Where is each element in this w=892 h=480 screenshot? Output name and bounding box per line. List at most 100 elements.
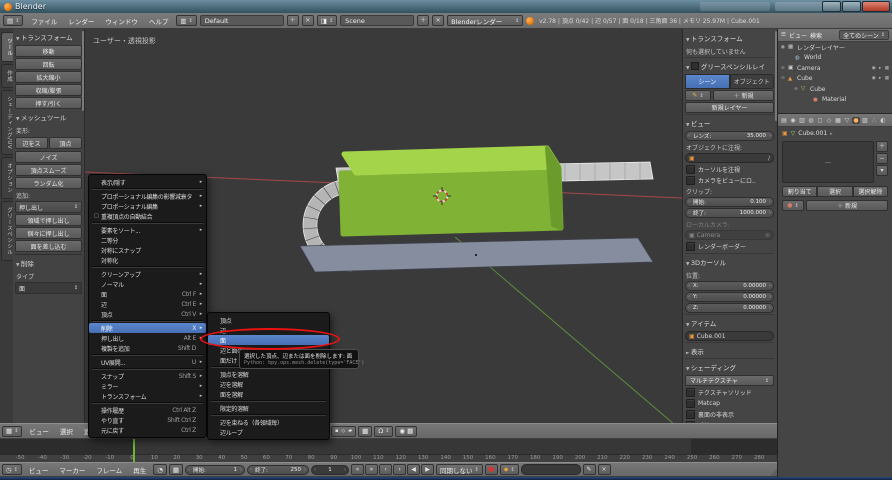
menu-item[interactable]: 二等分 (89, 235, 206, 245)
current-frame-marker[interactable] (133, 439, 135, 462)
scene-icon-button[interactable]: ◨↕ (317, 15, 337, 26)
menu-item[interactable]: ウィンドウ (100, 15, 143, 27)
keying-set-dropdown[interactable]: ◆↕ (500, 464, 519, 475)
editor-resize-corner[interactable] (770, 469, 777, 476)
timeline-ruler[interactable]: -50-40-30-20-100102030405060708090100110… (0, 454, 777, 462)
add-material-slot-button[interactable]: ＋ (876, 141, 888, 152)
menu-item[interactable]: ファイル (26, 15, 62, 27)
tool-button[interactable]: 移動 (15, 45, 82, 57)
insert-keyframe-button[interactable]: ✎ (583, 464, 596, 475)
panel-header-item[interactable]: アイテム (685, 314, 774, 330)
cursor-x-slider[interactable]: X:0.00000 (685, 281, 774, 291)
lock-camera-checkbox[interactable]: カメラをビューにロ.. (686, 176, 773, 185)
select-mode-buttons[interactable]: ▪ ◇ ▰ (331, 426, 356, 437)
tool-button[interactable]: 押す/引く (15, 97, 82, 109)
gp-draw-dropdown[interactable]: ✎↕ (685, 90, 711, 101)
cursor-z-slider[interactable]: Z:0.00000 (685, 303, 774, 313)
occlude-geometry-button[interactable]: ▩ (358, 426, 372, 437)
frames-seconds-button[interactable]: ▦ (169, 464, 183, 475)
deselect-button[interactable]: 選択解除 (853, 186, 888, 197)
green-box-object[interactable] (341, 148, 561, 234)
screen-layout-field[interactable]: Default (200, 15, 284, 26)
tool-button[interactable]: 領域で押し出し (15, 214, 82, 226)
tool-shelf-tab[interactable]: 作成 (1, 64, 13, 88)
browse-material-dropdown[interactable]: ●↕ (782, 200, 804, 211)
playback-button[interactable]: « (351, 464, 364, 475)
properties-tab-icon[interactable]: ◐ (879, 117, 887, 124)
menu-item[interactable]: 操作履歴 Ctrl Alt Z (89, 405, 206, 415)
assign-button[interactable]: 割り当て (782, 186, 817, 197)
menu-item[interactable]: 辺を束ねる（各領域毎） (208, 417, 329, 427)
outliner-row-render-layers[interactable]: ●▦レンダーレイヤー (778, 42, 892, 53)
close-button[interactable] (862, 1, 890, 12)
tool-shelf-scrollbar[interactable] (82, 31, 84, 111)
tool-button[interactable]: 面を差し込む (15, 240, 82, 252)
tool-button[interactable]: 回転 (15, 58, 82, 70)
tool-button[interactable]: ノイズ (15, 151, 82, 163)
menu-item[interactable]: 対称にスナップ (89, 245, 206, 255)
gp-tab[interactable]: シーン (685, 74, 730, 89)
menu-item[interactable]: UV展開... U ▸ (89, 357, 206, 367)
menu-item[interactable]: 辺ループ (208, 427, 329, 437)
tool-button[interactable]: 収縮/膨張 (15, 84, 82, 96)
panel-header-redo-delete[interactable]: 削除 (15, 256, 82, 270)
shading-checkbox[interactable]: 裏面の非表示 (686, 410, 773, 419)
outliner-row-camera[interactable]: ⊕▣Camera◉ ▸ ▦ (778, 63, 892, 74)
menu-item[interactable] (89, 187, 206, 191)
outliner-row-material[interactable]: ●Material (778, 95, 892, 106)
playback-button[interactable]: ▶ (421, 464, 434, 475)
lock-object-field[interactable]: ▣∕ (685, 153, 774, 163)
properties-tab-icon[interactable]: ▤ (780, 117, 788, 124)
properties-tab-icon[interactable]: ▦ (834, 117, 842, 124)
outliner-row-world[interactable]: ◍World (778, 53, 892, 64)
tool-shelf-tab[interactable]: シェーディング/UV (1, 90, 13, 155)
menu-item[interactable]: ミラー ▸ (89, 381, 206, 391)
extrude-dropdown[interactable]: 押し出し↕ (15, 201, 82, 213)
menu-item[interactable]: □ 重複頂点の自動結合 (89, 211, 206, 221)
menu-item[interactable]: 選択 (55, 425, 78, 437)
timeline-content[interactable] (0, 439, 777, 454)
properties-tab-icon[interactable]: ● (852, 117, 860, 124)
gp-checkbox[interactable] (691, 62, 699, 70)
record-button[interactable]: ● (485, 464, 498, 475)
menu-item[interactable] (89, 319, 206, 323)
menu-item[interactable]: やり直す Shift Ctrl Z (89, 415, 206, 425)
add-scene-button[interactable]: ＋ (417, 15, 429, 26)
tool-button[interactable]: ランダム化 (15, 177, 82, 189)
add-layout-button[interactable]: ＋ (287, 15, 299, 26)
select-button[interactable]: 選択 (817, 186, 852, 197)
editor-type-button[interactable]: ◷↕ (2, 464, 22, 475)
tool-button[interactable]: 拡大縮小 (15, 71, 82, 83)
properties-tab-icon[interactable]: ◉ (789, 117, 797, 124)
menu-item[interactable] (89, 265, 206, 269)
menu-item[interactable]: 複製を追加 Shift D (89, 343, 206, 353)
eyedropper-icon[interactable]: ∕ (768, 155, 770, 162)
item-name-field[interactable]: ▣Cube.001 (685, 331, 774, 341)
clip-end-slider[interactable]: 終了:1000.000 (685, 208, 774, 218)
outliner-row-cube[interactable]: ⊖▲Cube◉ ▸ ▦ (778, 74, 892, 85)
menu-item[interactable]: 面を溶解 (208, 389, 329, 399)
current-frame-field[interactable]: 1 (311, 465, 349, 475)
vertex-select-icon[interactable]: ▪ (335, 428, 338, 434)
menu-item[interactable]: プロポーショナル編集の影響減衰タイプ ▸ (89, 191, 206, 201)
remove-material-slot-button[interactable]: − (876, 153, 888, 164)
tool-button[interactable]: 辺をス (15, 137, 48, 149)
menu-item[interactable]: スナップ Shift S ▸ (89, 371, 206, 381)
menu-item[interactable] (89, 401, 206, 405)
delete-scene-button[interactable]: ✕ (432, 15, 444, 26)
shading-checkbox[interactable]: Matcap (686, 399, 773, 408)
opengl-render-buttons[interactable]: ◉▦ (395, 426, 417, 437)
lock-cursor-checkbox[interactable]: カーソルを注視 (686, 165, 773, 174)
menu-item[interactable]: レンダー (63, 15, 99, 27)
visibility-toggles[interactable]: ◉ ▸ ▦ (872, 66, 890, 71)
menu-item[interactable]: クリーンアップ ▸ (89, 269, 206, 279)
menu-item[interactable]: プロポーショナル編集 ▸ (89, 201, 206, 211)
panel-header-shading[interactable]: シェーディング (685, 358, 774, 374)
properties-tab-icon[interactable]: ▽ (843, 117, 851, 124)
panel-header-transform-n[interactable]: トランスフォーム (685, 30, 774, 45)
panel-header-transform[interactable]: トランスフォーム (15, 30, 82, 44)
menu-item[interactable]: 表示/隠す ▸ (89, 177, 206, 187)
menu-item[interactable]: 元に戻す Ctrl Z (89, 425, 206, 435)
frame-start-slider[interactable]: 開始:1 (185, 465, 245, 475)
outliner-menu-search[interactable]: 検索 (810, 31, 822, 40)
